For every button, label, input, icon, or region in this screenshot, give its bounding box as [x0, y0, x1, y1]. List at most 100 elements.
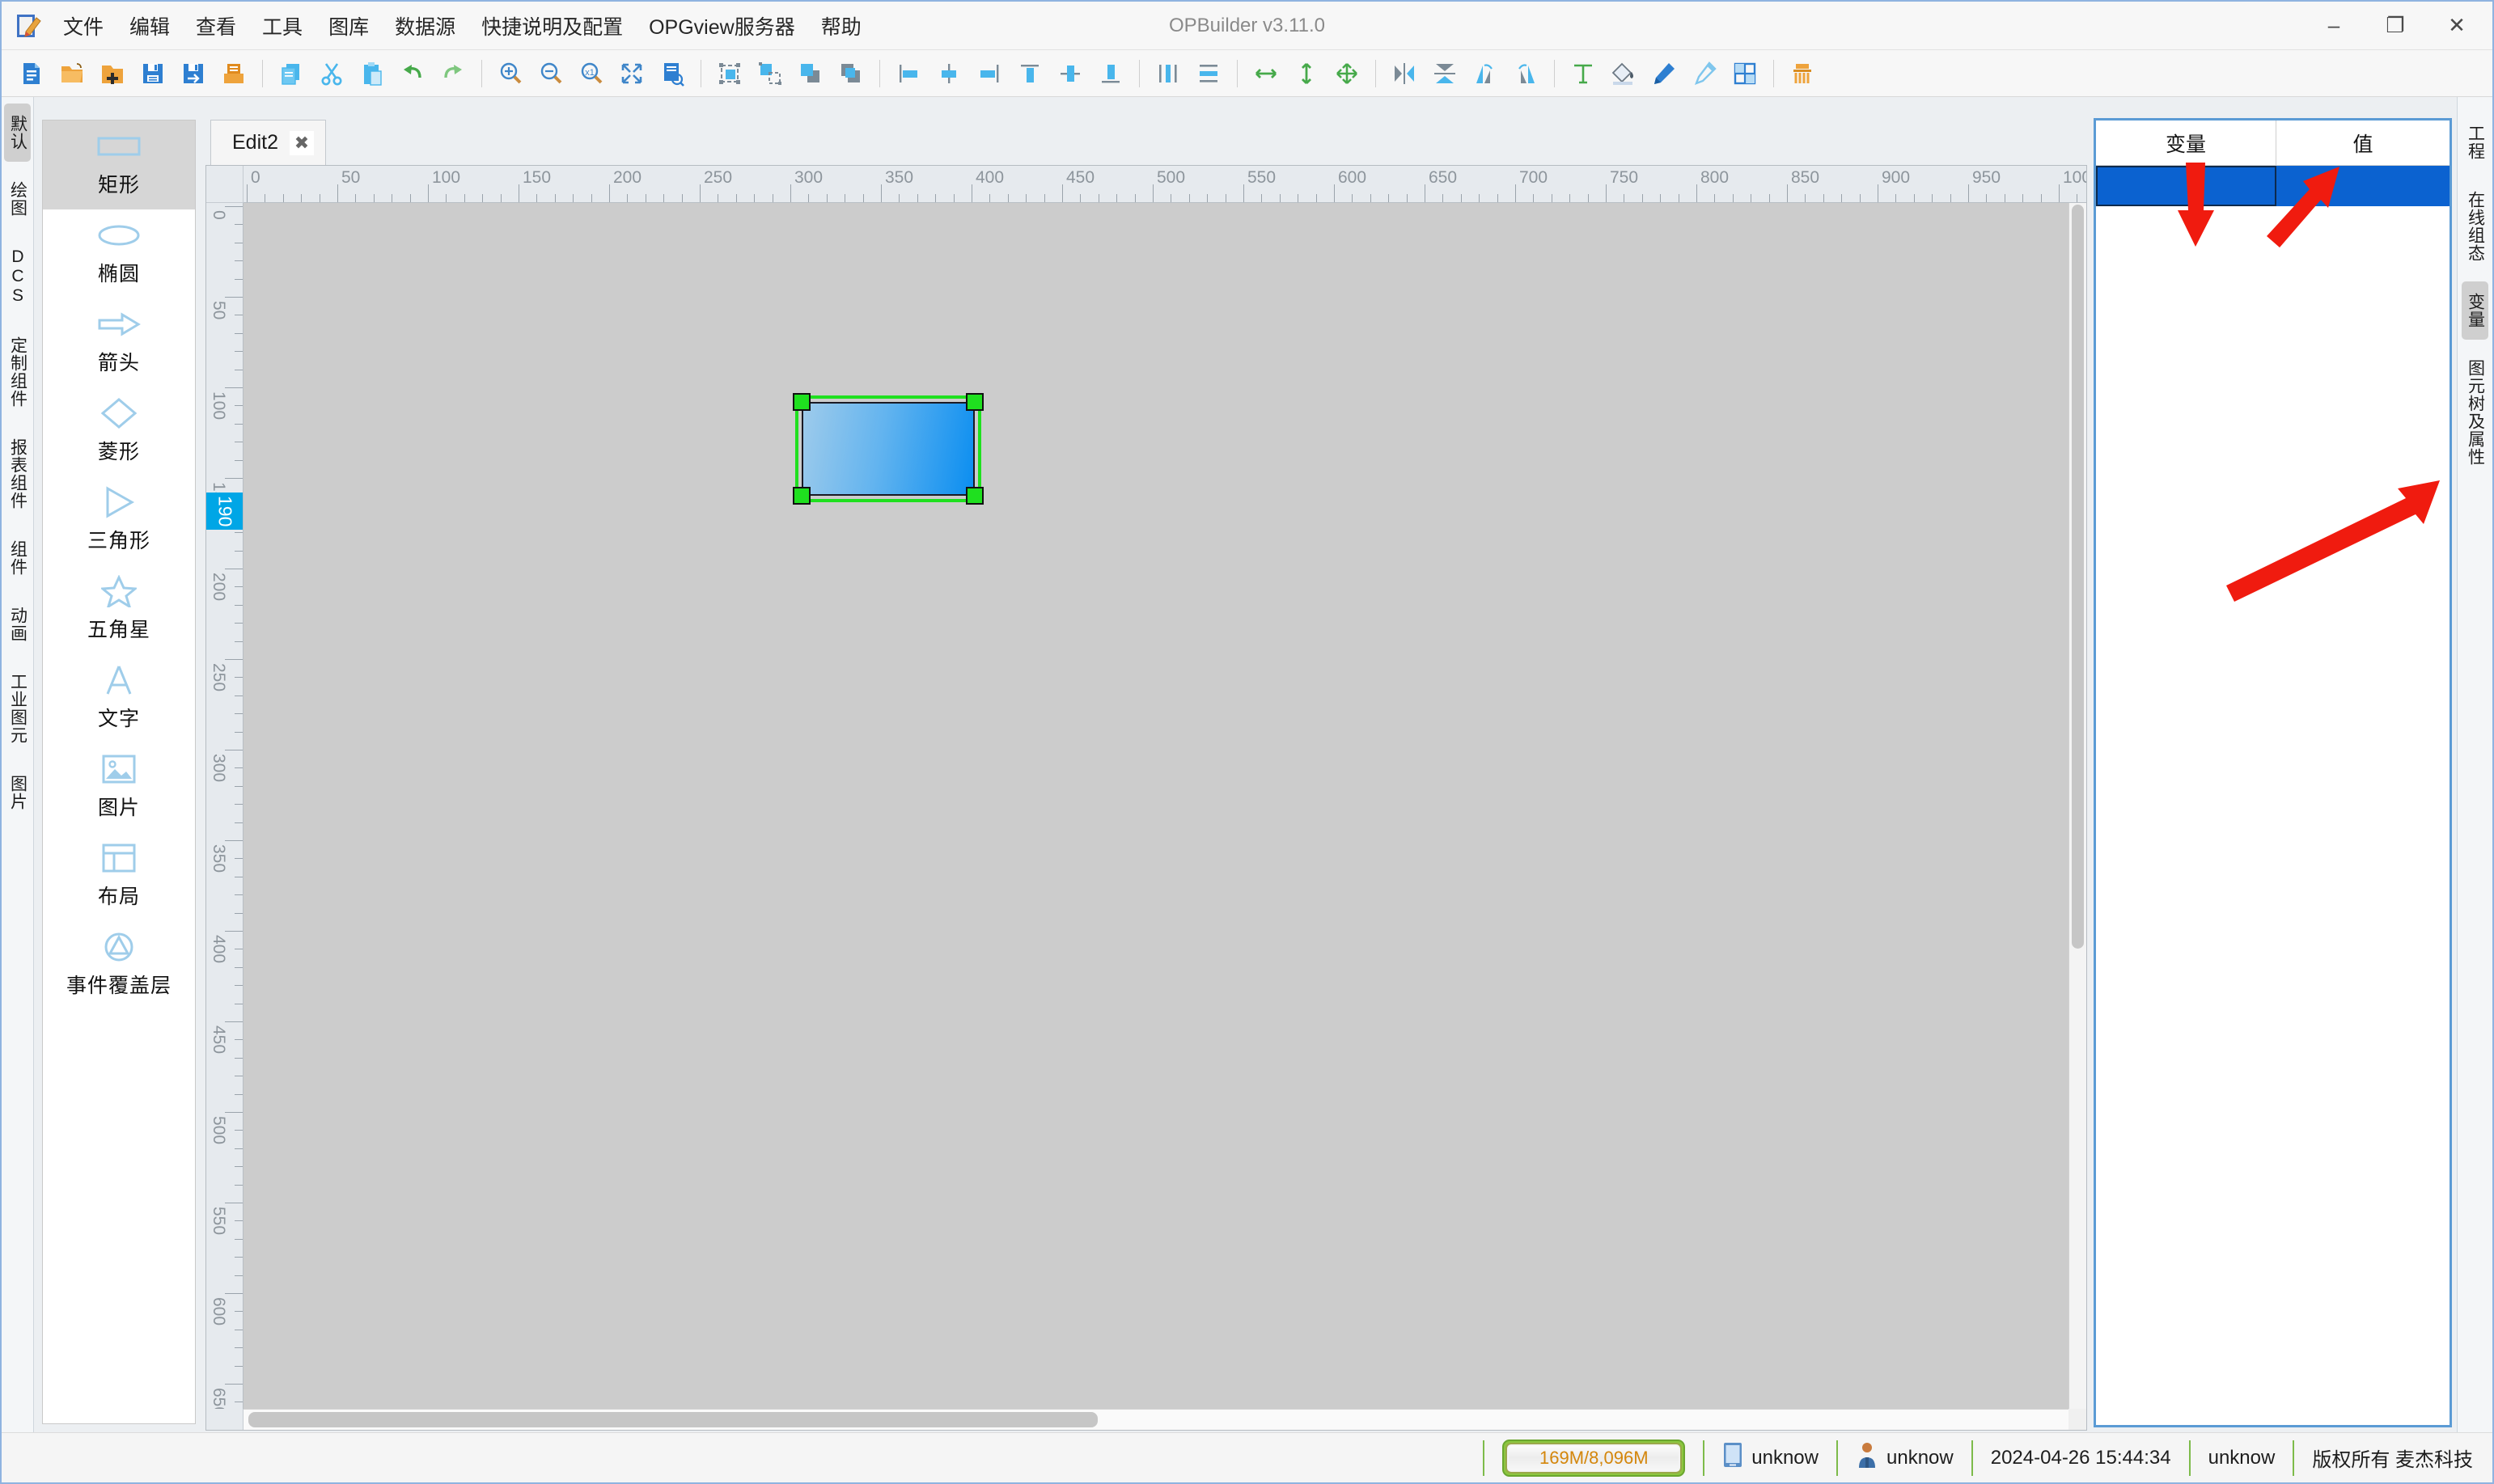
- same-width-icon[interactable]: [1249, 57, 1283, 91]
- right-tab-online-config[interactable]: 在线组态: [2462, 180, 2488, 273]
- rectangle-shape[interactable]: [793, 393, 984, 505]
- left-tab-drawing[interactable]: 绘图: [4, 170, 30, 228]
- group-icon[interactable]: [753, 57, 787, 91]
- menu-item-shortcut-config[interactable]: 快捷说明及配置: [468, 6, 636, 45]
- resize-handle[interactable]: [966, 393, 984, 411]
- palette-item-event-overlay[interactable]: 事件覆盖层: [43, 921, 195, 1010]
- canvas-vertical-scrollbar[interactable]: [2068, 203, 2086, 1409]
- left-tab-dcs[interactable]: DCS: [4, 236, 30, 317]
- maximize-button[interactable]: ❐: [2365, 2, 2426, 49]
- align-right-icon[interactable]: [972, 57, 1006, 91]
- palette-item-text[interactable]: 文字: [43, 654, 195, 743]
- column-header-value[interactable]: 值: [2276, 120, 2450, 165]
- pen-color-icon[interactable]: [1647, 57, 1681, 91]
- rotate-right-icon[interactable]: [1509, 57, 1543, 91]
- menu-item-datasource[interactable]: 数据源: [382, 6, 468, 45]
- menu-item-help[interactable]: 帮助: [808, 6, 874, 45]
- left-tab-industrial-graphics[interactable]: 工业图元: [4, 662, 30, 755]
- palette-item-star[interactable]: 五角星: [43, 565, 195, 654]
- scrollbar-thumb[interactable]: [248, 1412, 1098, 1427]
- new-folder-icon[interactable]: [95, 57, 129, 91]
- minimize-button[interactable]: –: [2303, 2, 2365, 49]
- new-file-icon[interactable]: [15, 57, 49, 91]
- clear-format-icon[interactable]: [1785, 57, 1819, 91]
- palette-item-image[interactable]: 图片: [43, 743, 195, 832]
- menu-item-tools[interactable]: 工具: [249, 6, 315, 45]
- menu-item-opgview-server[interactable]: OPGview服务器: [636, 6, 808, 45]
- variable-table-body[interactable]: [2096, 206, 2450, 1425]
- align-top-icon[interactable]: [1013, 57, 1047, 91]
- scrollbar-thumb[interactable]: [2072, 205, 2084, 949]
- palette-item-ellipse[interactable]: 椭圆: [43, 209, 195, 298]
- text-icon[interactable]: [1566, 57, 1600, 91]
- zoom-in-icon[interactable]: [493, 57, 527, 91]
- cell-variable[interactable]: [2096, 166, 2276, 206]
- menu-item-library[interactable]: 图库: [315, 6, 382, 45]
- palette-label: 菱形: [97, 441, 140, 463]
- copy-icon[interactable]: [274, 57, 308, 91]
- palette-item-rectangle[interactable]: 矩形: [43, 120, 195, 209]
- table-row[interactable]: [2096, 166, 2450, 206]
- ruler-tick-minor: [235, 1130, 243, 1131]
- menu-item-file[interactable]: 文件: [50, 6, 116, 45]
- right-tab-project[interactable]: 工程: [2462, 113, 2488, 171]
- fill-color-icon[interactable]: [1607, 57, 1641, 91]
- resize-handle[interactable]: [966, 487, 984, 505]
- cell-value[interactable]: [2276, 166, 2450, 206]
- same-height-icon[interactable]: [1289, 57, 1323, 91]
- right-tab-variables[interactable]: 变量: [2462, 281, 2488, 340]
- archive-icon[interactable]: [217, 57, 251, 91]
- distribute-v-icon[interactable]: [1192, 57, 1226, 91]
- rotate-left-icon[interactable]: [1468, 57, 1502, 91]
- palette-item-layout[interactable]: 布局: [43, 832, 195, 921]
- document-tab-edit2[interactable]: Edit2 ✖: [210, 120, 326, 165]
- fit-screen-icon[interactable]: [615, 57, 649, 91]
- distribute-h-icon[interactable]: [1151, 57, 1185, 91]
- redo-icon[interactable]: [436, 57, 470, 91]
- grid-icon[interactable]: [1728, 57, 1762, 91]
- align-left-icon[interactable]: [891, 57, 925, 91]
- undo-icon[interactable]: [396, 57, 430, 91]
- vertical-ruler[interactable]: 0501001502002503003504004505005506006507…: [206, 203, 243, 1409]
- menu-item-view[interactable]: 查看: [183, 6, 249, 45]
- canvas-horizontal-scrollbar[interactable]: [243, 1409, 2068, 1430]
- save-as-icon[interactable]: [176, 57, 210, 91]
- left-tab-images[interactable]: 图片: [4, 763, 30, 822]
- right-tab-element-tree[interactable]: 图元树及属性: [2462, 348, 2488, 477]
- menu-item-edit[interactable]: 编辑: [116, 6, 183, 45]
- cut-icon[interactable]: [315, 57, 349, 91]
- zoom-out-icon[interactable]: [534, 57, 568, 91]
- palette-item-diamond[interactable]: 菱形: [43, 387, 195, 476]
- left-tab-components[interactable]: 组件: [4, 529, 30, 587]
- close-button[interactable]: ✕: [2426, 2, 2488, 49]
- left-tab-animation[interactable]: 动画: [4, 595, 30, 653]
- bring-front-icon[interactable]: [794, 57, 828, 91]
- align-middle-v-icon[interactable]: [1053, 57, 1087, 91]
- resize-handle[interactable]: [793, 393, 811, 411]
- horizontal-ruler[interactable]: 0 50 100 150 200 250 300 350 400 450 500 550 600 650 7…: [243, 166, 2086, 203]
- left-tab-custom-components[interactable]: 定制组件: [4, 325, 30, 419]
- palette-item-arrow[interactable]: 箭头: [43, 298, 195, 387]
- flip-horizontal-icon[interactable]: [1387, 57, 1421, 91]
- flip-vertical-icon[interactable]: [1428, 57, 1462, 91]
- align-bottom-icon[interactable]: [1094, 57, 1128, 91]
- palette-item-triangle[interactable]: 三角形: [43, 476, 195, 565]
- zoom-reset-icon[interactable]: x1: [574, 57, 608, 91]
- ruler-label: 150: [523, 168, 552, 187]
- open-folder-icon[interactable]: [55, 57, 89, 91]
- eyedropper-icon[interactable]: [1687, 57, 1721, 91]
- select-all-icon[interactable]: [713, 57, 747, 91]
- align-center-h-icon[interactable]: [932, 57, 966, 91]
- left-tab-default[interactable]: 默认: [4, 104, 31, 162]
- send-back-icon[interactable]: [834, 57, 868, 91]
- preview-icon[interactable]: [655, 57, 689, 91]
- column-header-variable[interactable]: 变量: [2096, 120, 2276, 165]
- resize-handle[interactable]: [793, 487, 811, 505]
- paste-icon[interactable]: [355, 57, 389, 91]
- canvas-viewport[interactable]: [243, 203, 2068, 1409]
- left-tab-report-components[interactable]: 报表组件: [4, 427, 30, 521]
- ruler-tick-minor: [591, 194, 592, 202]
- close-icon[interactable]: ✖: [289, 130, 314, 155]
- same-size-icon[interactable]: [1330, 57, 1364, 91]
- save-icon[interactable]: [136, 57, 170, 91]
